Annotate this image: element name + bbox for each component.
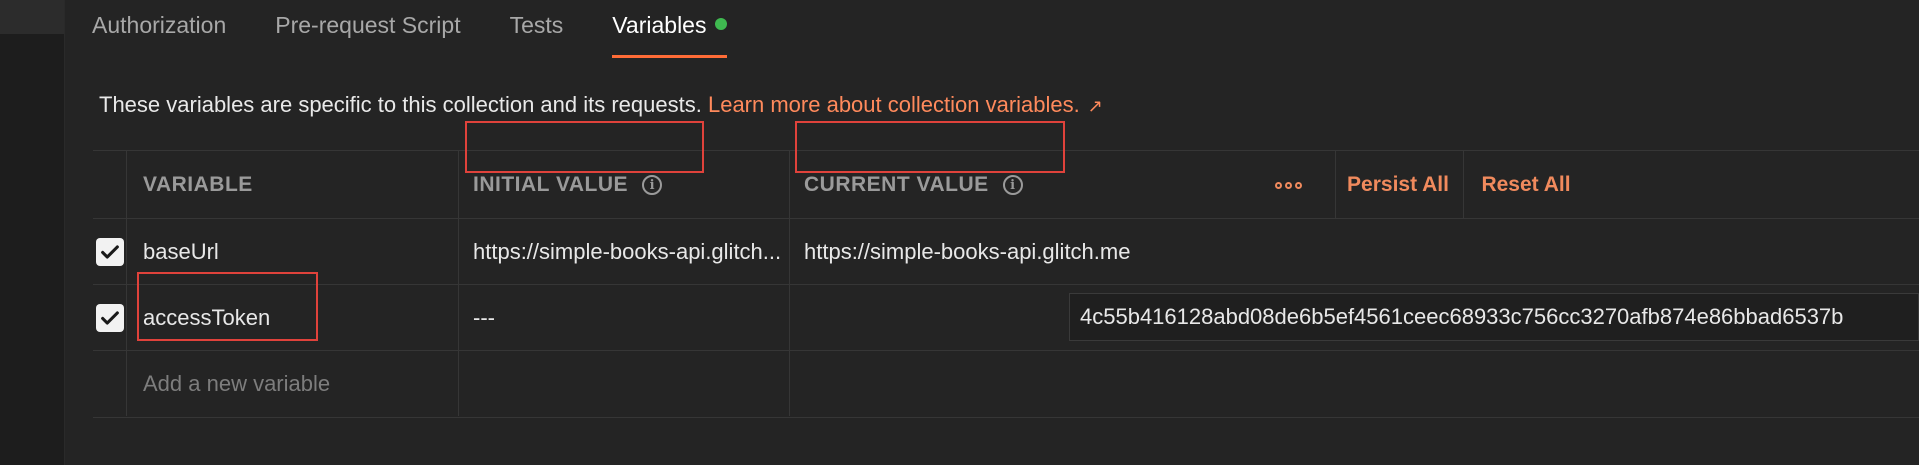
current-value-input[interactable]: 4c55b416128abd08de6b5ef4561ceec68933c756… <box>1069 293 1919 341</box>
active-indicator-dot <box>715 18 728 30</box>
tab-variables[interactable]: Variables <box>612 0 728 58</box>
current-value-header-label: CURRENT VALUE <box>804 173 989 196</box>
variable-header-label: VARIABLE <box>143 173 253 196</box>
initial-value-cell[interactable]: https://simple-books-api.glitch... <box>473 219 783 285</box>
current-value-cell[interactable]: https://simple-books-api.glitch.me <box>804 219 1130 285</box>
collection-tabs: Authorization Pre-request Script Tests V… <box>92 0 776 58</box>
tab-tests[interactable]: Tests <box>510 0 564 46</box>
reset-all-cell: Reset All <box>1466 151 1586 219</box>
tab-label: Variables <box>612 12 707 38</box>
variable-name-cell[interactable]: baseUrl <box>143 219 219 285</box>
current-value: https://simple-books-api.glitch.me <box>804 239 1131 264</box>
left-rail-highlight <box>0 0 64 34</box>
add-variable-cell[interactable]: Add a new variable <box>143 351 453 417</box>
add-variable-placeholder: Add a new variable <box>143 371 331 396</box>
external-link-icon: ↗ <box>1087 96 1103 116</box>
tab-label: Tests <box>509 12 564 38</box>
learn-more-link[interactable]: Learn more about collection variables. ↗ <box>708 92 1103 117</box>
variable-column-header: VARIABLE <box>143 151 253 219</box>
description-text: These variables are specific to this col… <box>99 92 708 117</box>
info-icon[interactable]: i <box>1002 175 1023 195</box>
row-checkbox-cell <box>93 219 126 285</box>
tab-pre-request-script[interactable]: Pre-request Script <box>275 0 460 46</box>
initial-value: --- <box>473 305 495 330</box>
info-icon[interactable]: i <box>642 175 663 195</box>
checkmark-icon <box>100 311 119 325</box>
row-checkbox-cell <box>93 285 126 351</box>
row-enabled-checkbox[interactable] <box>95 304 124 332</box>
left-rail <box>0 0 65 465</box>
initial-value-column-header: INITIAL VALUE i <box>473 151 663 219</box>
variable-name: accessToken <box>143 305 271 330</box>
persist-all-button[interactable]: Persist All <box>1347 173 1449 197</box>
learn-more-link-text: Learn more about collection variables. <box>707 92 1080 117</box>
more-options-icon[interactable] <box>1275 181 1302 189</box>
tab-label: Authorization <box>92 12 227 38</box>
more-options-cell <box>1275 151 1302 219</box>
variable-name-cell[interactable]: accessToken <box>143 285 270 351</box>
collection-variables-panel: Authorization Pre-request Script Tests V… <box>64 0 1919 465</box>
variable-name: baseUrl <box>143 239 219 264</box>
current-value-column-header: CURRENT VALUE i <box>804 151 1023 219</box>
checkmark-icon <box>100 245 119 259</box>
reset-all-button[interactable]: Reset All <box>1481 173 1570 197</box>
initial-value-header-label: INITIAL VALUE <box>473 173 629 196</box>
variables-description: These variables are specific to this col… <box>99 92 1103 118</box>
header-divider <box>1463 151 1464 219</box>
persist-all-cell: Persist All <box>1335 151 1461 219</box>
variables-table: VARIABLE INITIAL VALUE i CURRENT VALUE i… <box>93 121 1919 418</box>
tab-authorization[interactable]: Authorization <box>92 0 226 46</box>
tab-label: Pre-request Script <box>275 12 461 38</box>
table-header-row: VARIABLE INITIAL VALUE i CURRENT VALUE i… <box>93 150 1919 219</box>
table-row: accessToken --- 4c55b416128abd08de6b5ef4… <box>93 284 1919 351</box>
add-variable-row: Add a new variable <box>93 350 1919 418</box>
initial-value-cell[interactable]: --- <box>473 285 783 351</box>
current-value: 4c55b416128abd08de6b5ef4561ceec68933c756… <box>1080 304 1844 329</box>
initial-value: https://simple-books-api.glitch... <box>473 239 782 264</box>
row-enabled-checkbox[interactable] <box>95 238 124 266</box>
table-row: baseUrl https://simple-books-api.glitch.… <box>93 218 1919 285</box>
